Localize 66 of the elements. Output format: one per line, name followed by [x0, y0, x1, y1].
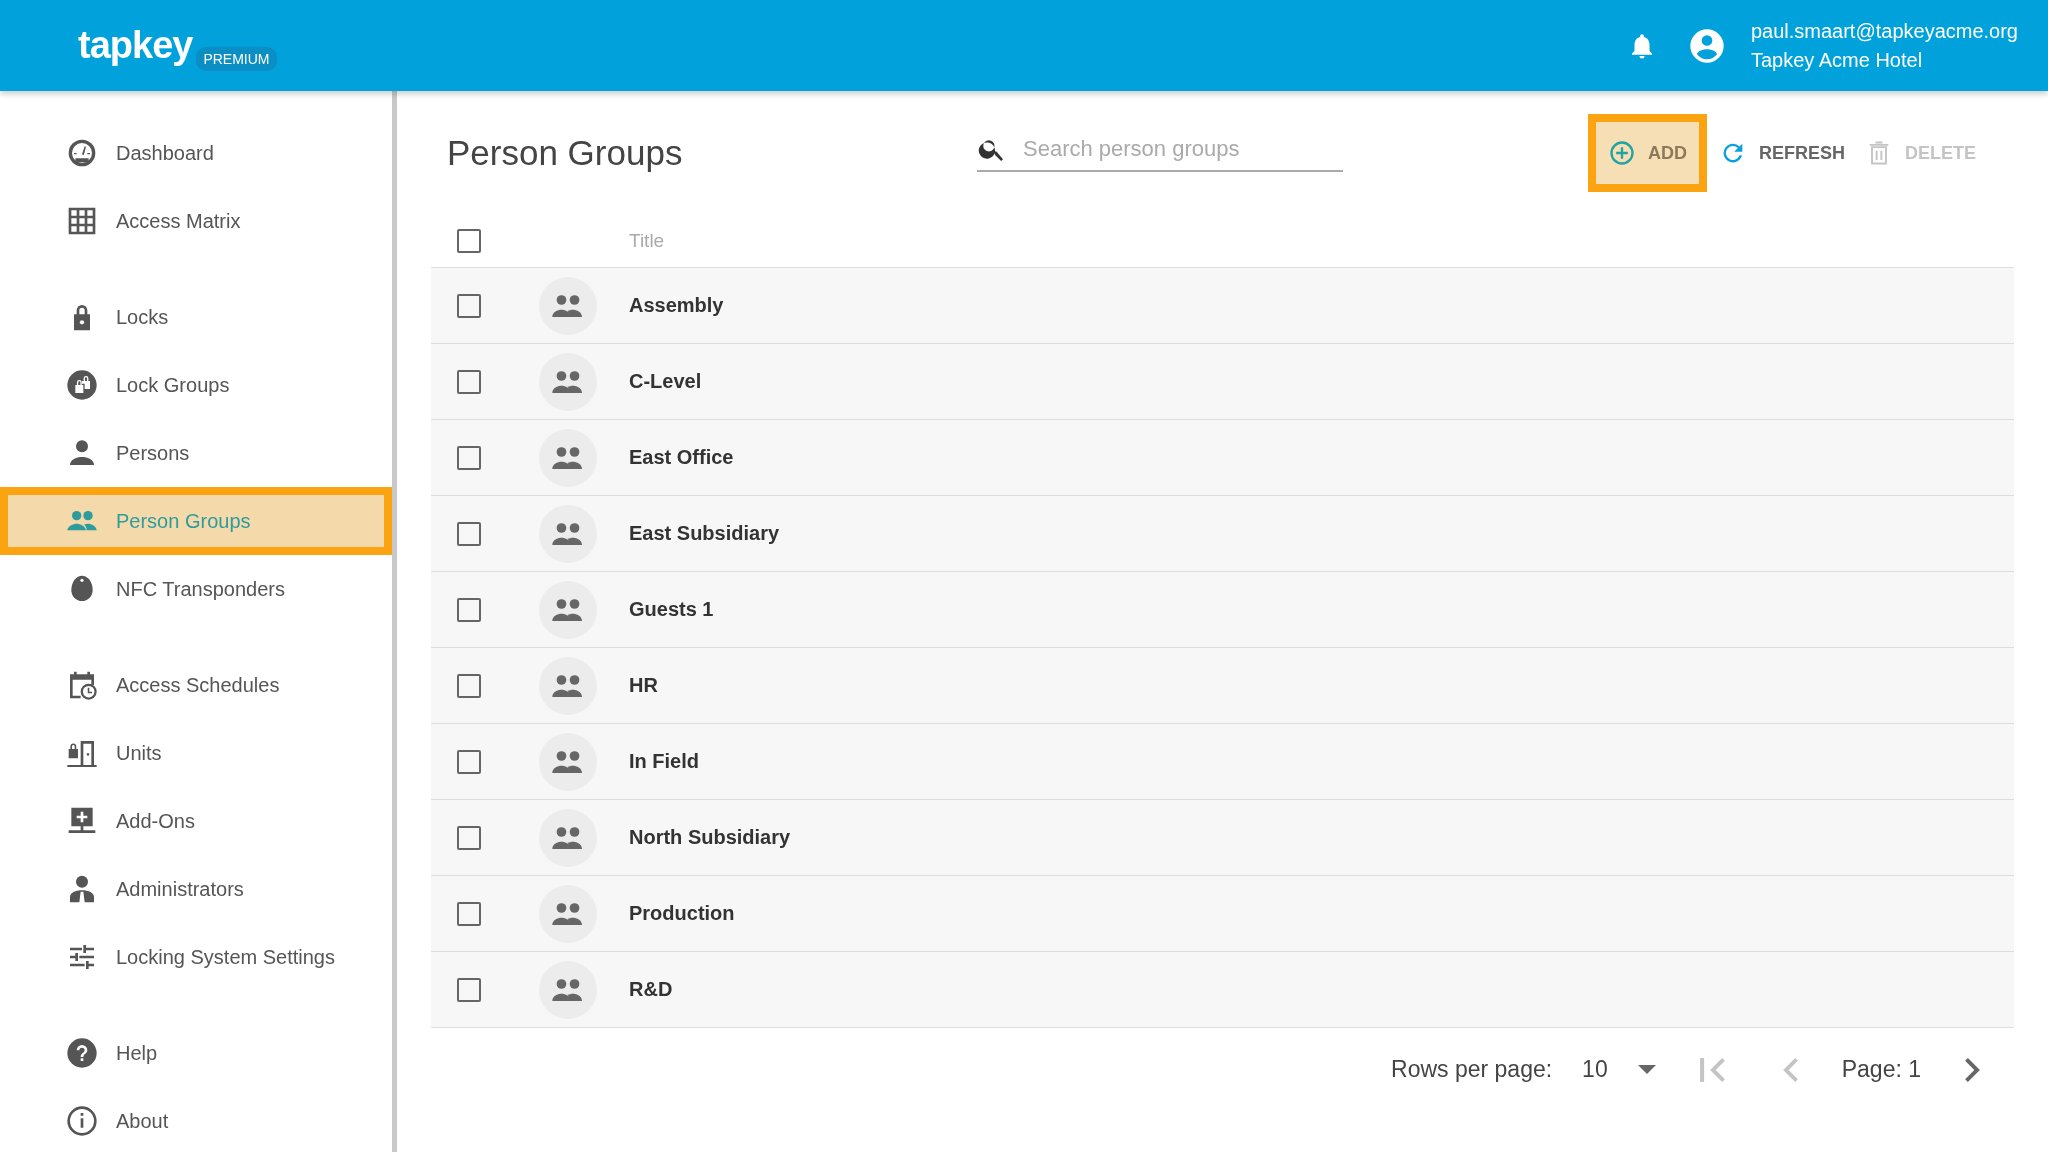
rows-per-page-label: Rows per page:: [1391, 1056, 1553, 1083]
checkbox[interactable]: [457, 977, 481, 1002]
group-avatar-icon: [539, 808, 597, 867]
table-cell: North Subsidiary: [629, 826, 791, 849]
nav-item[interactable]: Locks: [0, 283, 392, 351]
page-number: Page: 1: [1841, 1056, 1921, 1083]
first-page-icon: [1699, 1057, 1725, 1082]
checkbox[interactable]: [457, 293, 481, 318]
grid-icon: [66, 205, 98, 237]
nav-item[interactable]: Access Schedules: [0, 651, 392, 719]
checkbox[interactable]: [457, 597, 481, 622]
table-cell: C-Level: [629, 370, 702, 393]
locks-circle-icon: [66, 369, 98, 401]
nav-item[interactable]: Persons: [0, 419, 392, 487]
logo: tapkey: [78, 24, 193, 67]
group-avatar-icon: [539, 732, 597, 791]
nav-item[interactable]: Lock Groups: [0, 351, 392, 419]
checkbox[interactable]: [457, 901, 481, 926]
group-avatar-icon: [539, 504, 597, 563]
checkbox[interactable]: [457, 229, 481, 253]
chevron-right-icon: [1965, 1057, 1980, 1082]
checkbox[interactable]: [457, 445, 481, 470]
nav-item[interactable]: Help: [0, 1019, 392, 1087]
group-avatar-icon: [539, 656, 597, 715]
table-cell: In Field: [629, 750, 699, 773]
nav-item[interactable]: Add-Ons: [0, 787, 392, 855]
user-email: paul.smaart@tapkeyacme.org: [1750, 19, 2018, 43]
dropdown-caret-icon: [1637, 1065, 1656, 1074]
plan-badge: PREMIUM: [196, 47, 277, 71]
nav-item[interactable]: Dashboard: [0, 119, 392, 187]
table-cell: HR: [629, 674, 658, 697]
group-avatar-icon: [539, 960, 597, 1019]
nav-item[interactable]: Units: [0, 719, 392, 787]
nav-item[interactable]: About: [0, 1087, 392, 1152]
group-avatar-icon: [539, 276, 597, 335]
table-cell: R&D: [629, 978, 673, 1001]
group-avatar-icon: [539, 580, 597, 639]
checkbox[interactable]: [457, 369, 481, 394]
next-page-button[interactable]: [1965, 1057, 1980, 1082]
group-avatar-icon: [539, 884, 597, 943]
rows-per-page-select[interactable]: 10: [1582, 1056, 1656, 1083]
scrollbar[interactable]: [392, 91, 397, 1152]
organization-name: Tapkey Acme Hotel: [1750, 48, 1924, 72]
checkbox[interactable]: [457, 673, 481, 698]
group-avatar-icon: [539, 352, 597, 411]
checkbox[interactable]: [457, 521, 481, 546]
page-title: Person Groups: [447, 133, 684, 173]
search-field[interactable]: Search person groups: [1021, 135, 1343, 163]
nav-item[interactable]: Locking System Settings: [0, 923, 392, 991]
info-icon: [66, 1105, 98, 1137]
table-cell: East Subsidiary: [629, 522, 780, 545]
checkbox[interactable]: [457, 749, 481, 774]
refresh-button[interactable]: REFRESH: [1710, 124, 1853, 182]
table-cell: Production: [629, 902, 735, 925]
nav-item[interactable]: Administrators: [0, 855, 392, 923]
checkbox[interactable]: [457, 825, 481, 850]
group-avatar-icon: [539, 428, 597, 487]
table-cell: Guests 1: [629, 598, 714, 621]
chevron-left-icon: [1782, 1057, 1798, 1082]
table-cell: East Office: [629, 446, 734, 469]
add-circle-icon: [1607, 139, 1636, 167]
nav-item[interactable]: NFC Transponders: [0, 555, 392, 623]
nav-item[interactable]: Access Matrix: [0, 187, 392, 255]
help-icon: [66, 1037, 98, 1069]
table-cell: Assembly: [629, 294, 724, 317]
gauge-icon: [66, 137, 98, 169]
